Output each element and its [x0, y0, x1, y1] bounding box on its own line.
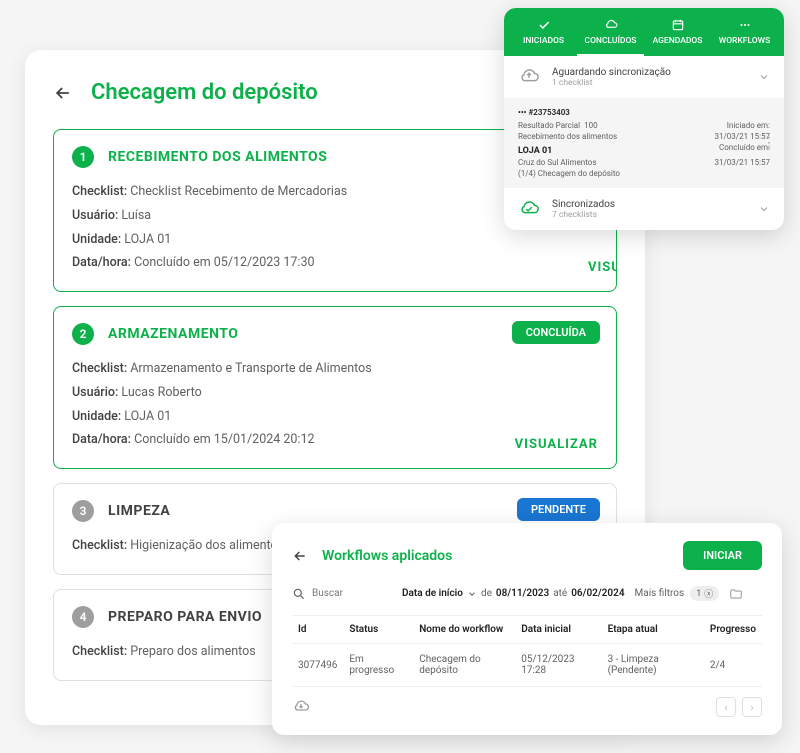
step-number: 3: [72, 500, 94, 522]
checklist-item[interactable]: ••• #23753403 Resultado Parcial 100 Inic…: [504, 98, 784, 188]
tab-concluidos[interactable]: CONCLUÍDOS: [577, 18, 644, 56]
table-row[interactable]: 3077496 Em progresso Checagem do depósit…: [292, 644, 762, 687]
workflows-table: Id Status Nome do workflow Data inicial …: [292, 615, 762, 687]
folder-icon[interactable]: [729, 587, 743, 601]
cloud-check-icon: [518, 198, 540, 220]
cloud-upload-icon: [518, 66, 540, 88]
tab-agendados[interactable]: AGENDADOS: [644, 18, 711, 56]
status-badge-done: CONCLUÍDA: [512, 321, 600, 344]
step-card-2: 2 ARMAZENAMENTO CONCLUÍDA Checklist: Arm…: [53, 306, 617, 469]
chevron-down-icon: [758, 71, 770, 83]
tab-workflows[interactable]: WORKFLOWS: [711, 18, 778, 56]
dots-icon: [738, 18, 752, 32]
search-icon: [292, 587, 306, 601]
step-number: 4: [72, 606, 94, 628]
back-arrow-icon[interactable]: [292, 548, 308, 564]
cloud-download-icon[interactable]: [292, 698, 310, 716]
step-number: 1: [72, 146, 94, 168]
page-next[interactable]: ›: [742, 697, 762, 717]
more-icon[interactable]: ⋮: [762, 135, 776, 151]
page-prev[interactable]: ‹: [716, 697, 736, 717]
synced-row[interactable]: Sincronizados 7 checklists: [504, 188, 784, 230]
step-title: ARMAZENAMENTO: [108, 326, 238, 342]
view-button[interactable]: VISUALIZAR: [588, 260, 616, 275]
table-title: Workflows aplicados: [322, 548, 452, 564]
chevron-down-icon: [758, 203, 770, 215]
workflows-table-panel: Workflows aplicados INICIAR Data de iníc…: [272, 523, 782, 735]
status-badge-pending: PENDENTE: [517, 498, 600, 521]
tab-iniciados[interactable]: INICIADOS: [510, 18, 577, 56]
table-footer: ‹ ›: [292, 687, 762, 717]
cloud-icon: [604, 18, 618, 32]
more-filters[interactable]: Mais filtros 1 ⓧ: [635, 586, 720, 601]
calendar-icon: [671, 18, 685, 32]
awaiting-sync-row[interactable]: Aguardando sincronização 1 checklist: [504, 56, 784, 98]
step-title: PREPARO PARA ENVIO: [108, 609, 262, 625]
check-icon: [537, 18, 551, 32]
search-box[interactable]: [292, 587, 392, 601]
back-arrow-icon[interactable]: [53, 83, 73, 103]
step-number: 2: [72, 323, 94, 345]
chevron-down-icon: [467, 589, 477, 599]
step-title: RECEBIMENTO DOS ALIMENTOS: [108, 149, 327, 165]
start-workflow-button[interactable]: INICIAR: [683, 541, 762, 570]
view-button[interactable]: VISUALIZAR: [515, 437, 598, 452]
clear-filter-icon[interactable]: ⓧ: [704, 587, 713, 600]
search-input[interactable]: [312, 588, 372, 599]
filter-count-badge: 1 ⓧ: [690, 586, 719, 601]
table-filters: Data de início de 08/11/2023 até 06/02/2…: [292, 586, 762, 601]
pagination: ‹ ›: [716, 697, 762, 717]
mobile-tabs: INICIADOS CONCLUÍDOS AGENDADOS WORKFLOWS: [504, 8, 784, 56]
mobile-sync-panel: INICIADOS CONCLUÍDOS AGENDADOS WORKFLOWS…: [504, 8, 784, 230]
step-title: LIMPEZA: [108, 503, 170, 519]
page-title: Checagem do depósito: [91, 80, 318, 105]
date-filter[interactable]: Data de início de 08/11/2023 até 06/02/2…: [402, 588, 625, 599]
